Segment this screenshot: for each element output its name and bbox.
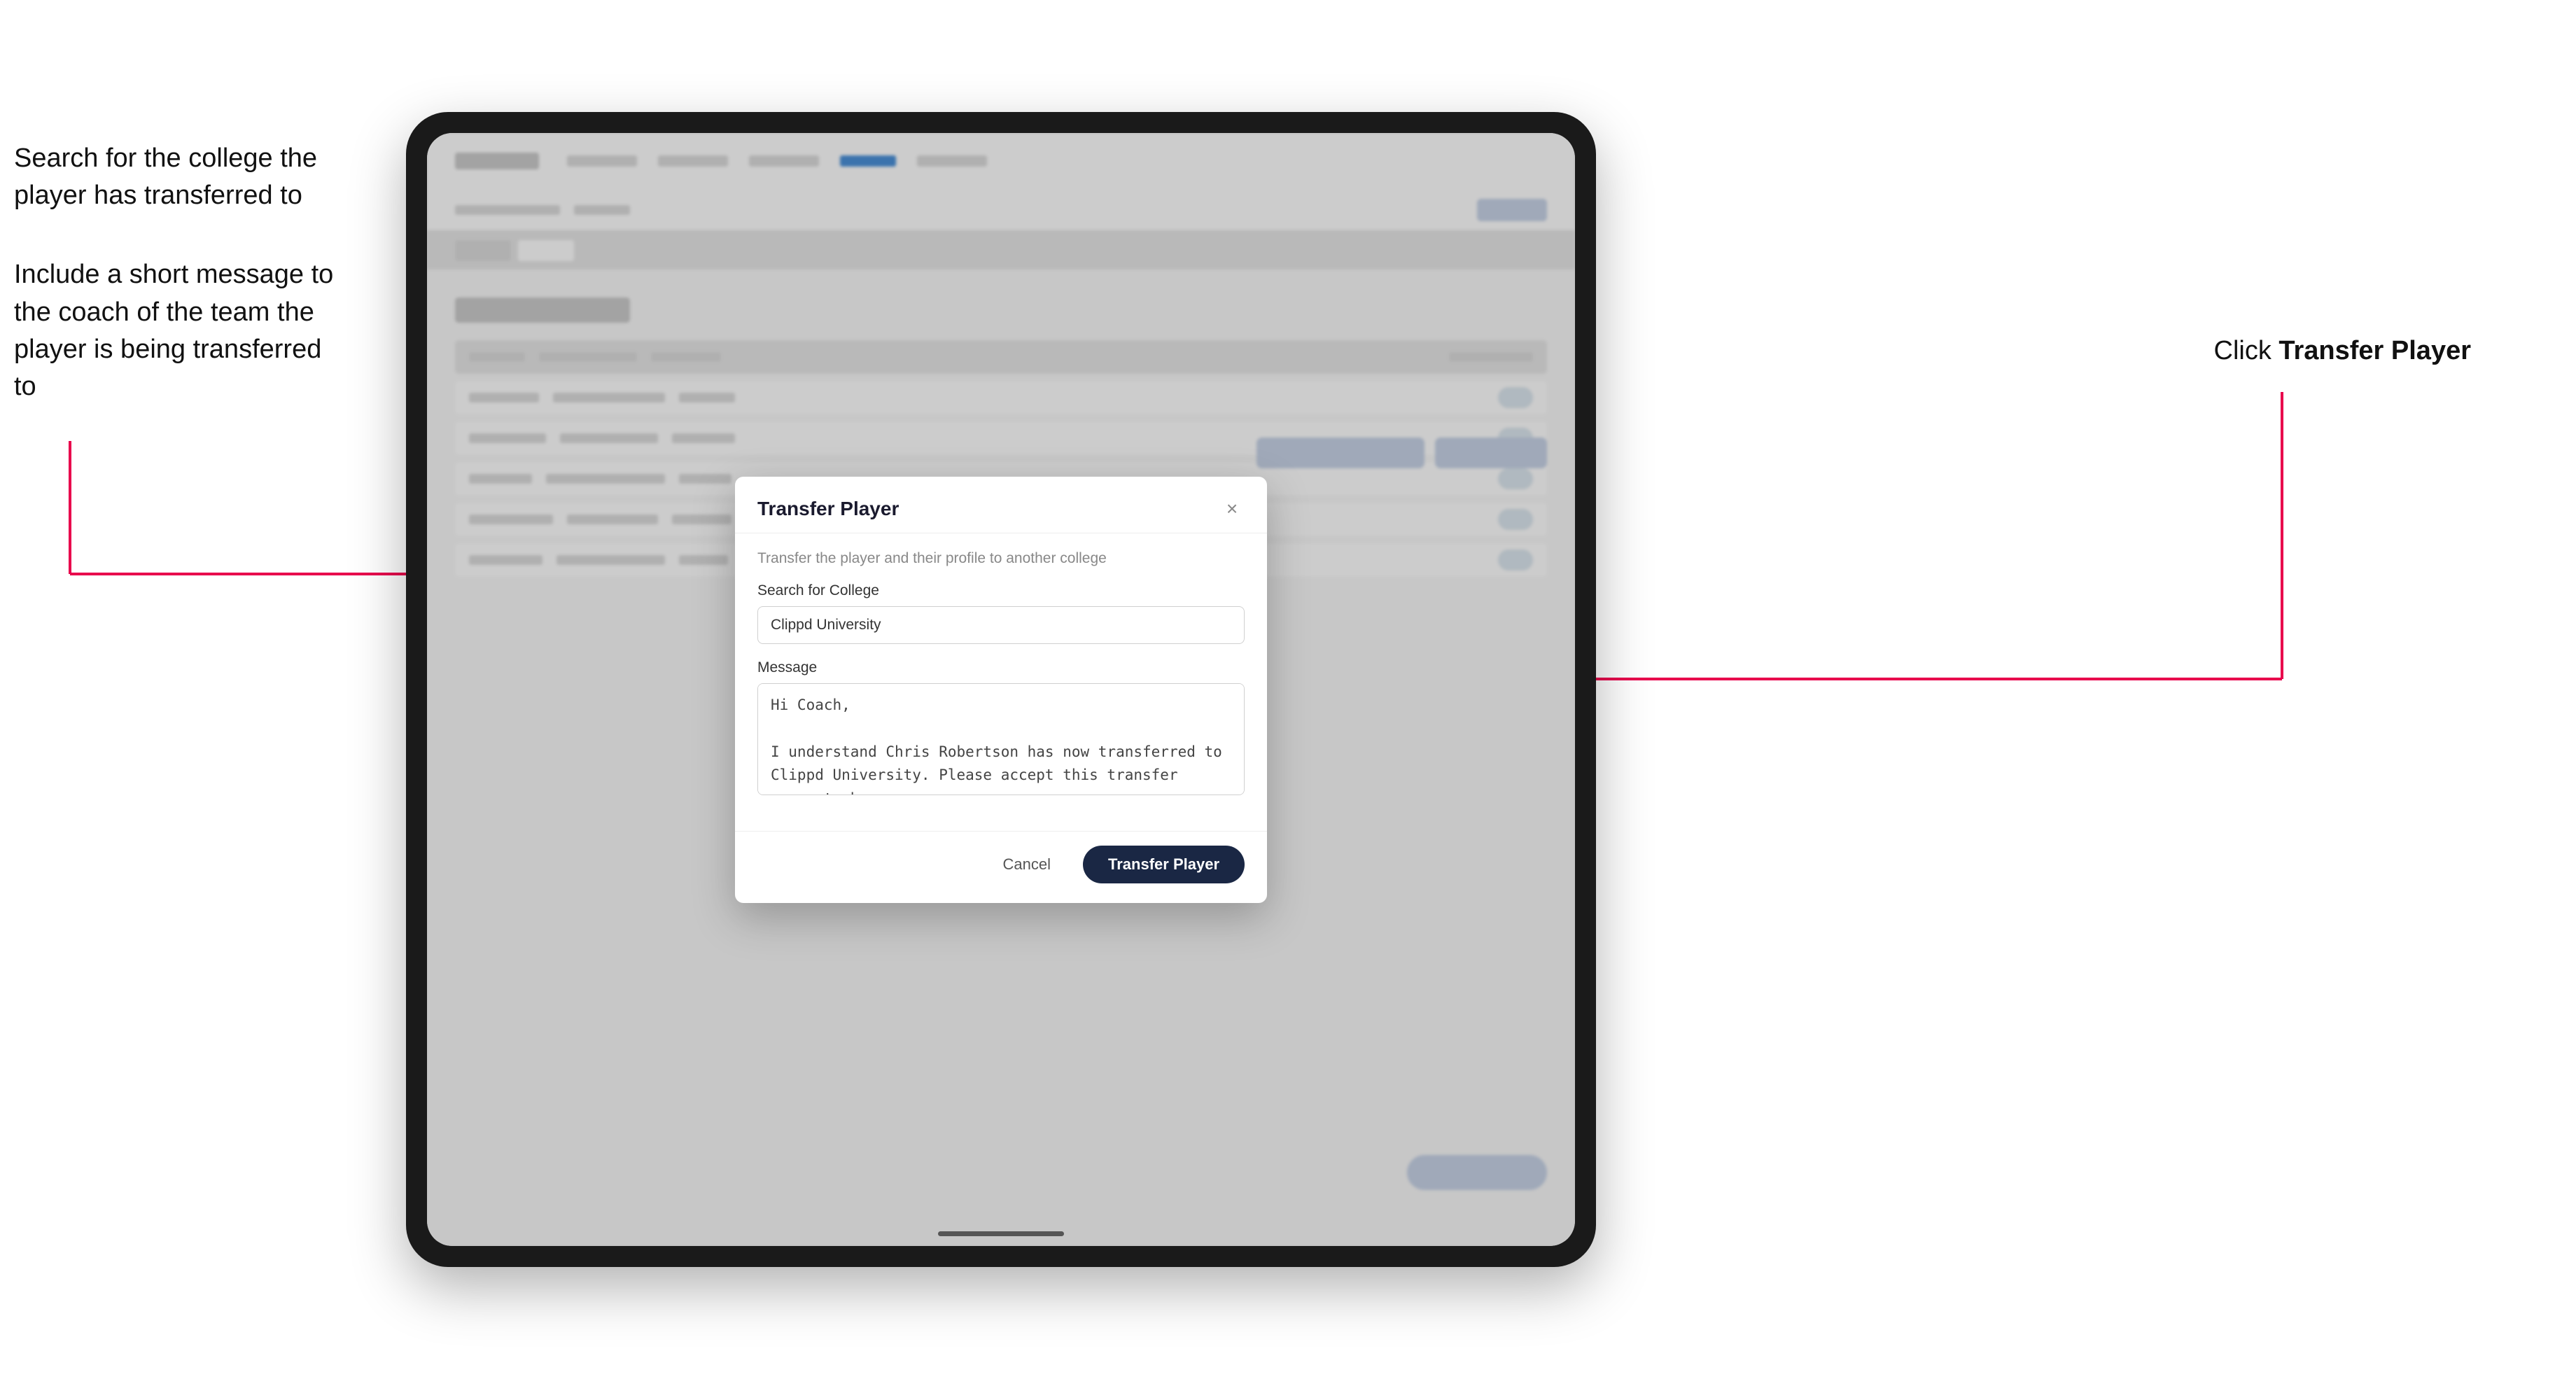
modal-title: Transfer Player [757, 498, 899, 520]
college-label: Search for College [757, 582, 1245, 599]
message-form-group: Message Hi Coach, I understand Chris Rob… [757, 659, 1245, 799]
right-annotation: Click Transfer Player [2214, 336, 2472, 366]
transfer-player-button[interactable]: Transfer Player [1083, 846, 1245, 883]
college-input[interactable] [757, 606, 1245, 644]
tablet-screen: Transfer Player × Transfer the player an… [427, 133, 1575, 1246]
modal-close-button[interactable]: × [1219, 496, 1245, 522]
annotation-right-prefix: Click [2214, 336, 2279, 365]
annotation-text-2: Include a short message to the coach of … [14, 256, 350, 405]
home-indicator [938, 1231, 1064, 1236]
modal-description: Transfer the player and their profile to… [757, 550, 1245, 567]
message-textarea[interactable]: Hi Coach, I understand Chris Robertson h… [757, 683, 1245, 795]
college-form-group: Search for College [757, 582, 1245, 644]
left-annotation: Search for the college the player has tr… [14, 140, 350, 447]
annotation-right-bold: Transfer Player [2278, 336, 2471, 365]
cancel-button[interactable]: Cancel [983, 846, 1070, 883]
message-label: Message [757, 659, 1245, 676]
modal-footer: Cancel Transfer Player [735, 831, 1267, 903]
tablet-device: Transfer Player × Transfer the player an… [406, 112, 1596, 1267]
transfer-player-modal: Transfer Player × Transfer the player an… [735, 477, 1267, 903]
annotation-text-1: Search for the college the player has tr… [14, 140, 350, 214]
modal-overlay: Transfer Player × Transfer the player an… [427, 133, 1575, 1246]
modal-header: Transfer Player × [735, 477, 1267, 533]
modal-body: Transfer the player and their profile to… [735, 533, 1267, 831]
